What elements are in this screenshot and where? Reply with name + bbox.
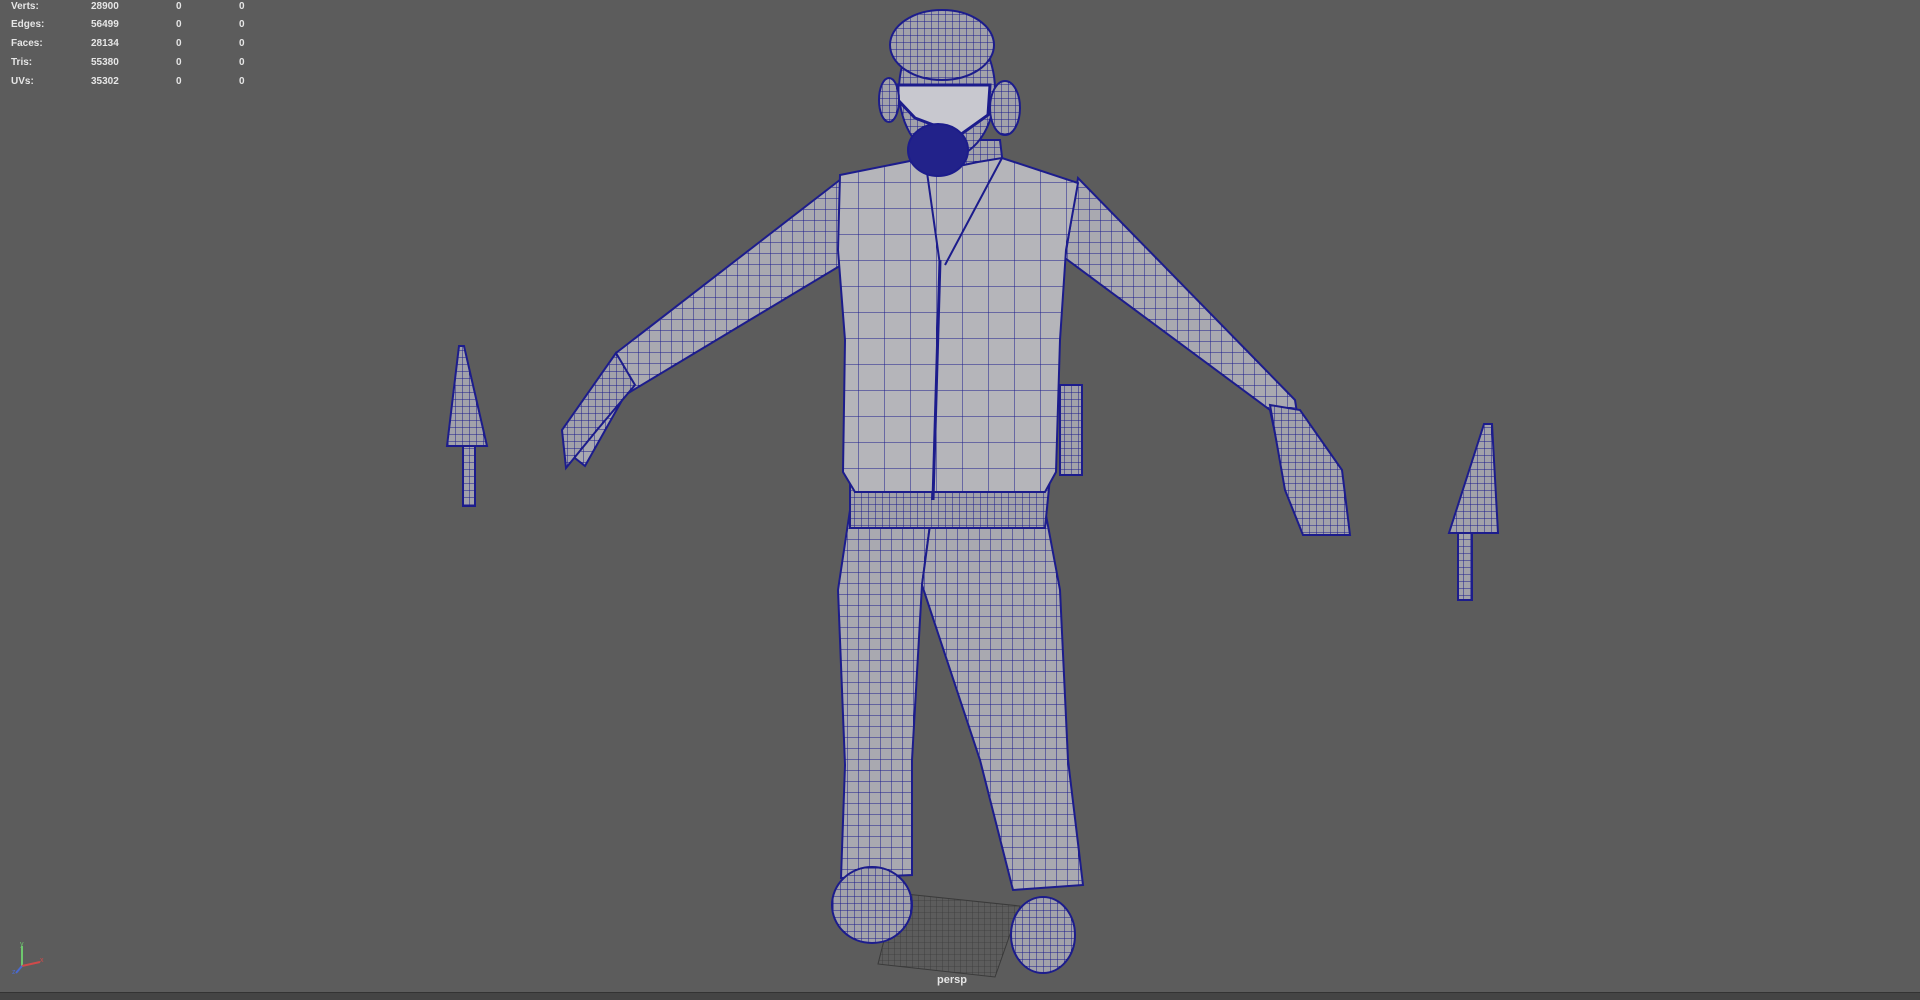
hud-value: 28900 (91, 1, 119, 12)
axis-gizmo: y x z (12, 941, 44, 976)
hud-label: Edges: (11, 19, 45, 30)
hud-label: Faces: (11, 38, 43, 49)
hud-label: Verts: (11, 1, 39, 12)
x-axis-label: x (40, 957, 44, 964)
hud-label: UVs: (11, 76, 34, 87)
wand-right[interactable] (1447, 423, 1500, 601)
hud-value: 28134 (91, 38, 119, 49)
hud-value: 56499 (91, 19, 119, 30)
hud-value: 0 (176, 19, 182, 30)
hud-value: 0 (239, 19, 245, 30)
hud-value: 35302 (91, 76, 119, 87)
scene-canvas[interactable] (0, 0, 1920, 992)
hud-value: 0 (239, 76, 245, 87)
hud-value: 0 (239, 57, 245, 68)
x-axis-line (21, 961, 41, 967)
hud-value: 0 (176, 1, 182, 12)
hud-label: Tris: (11, 57, 33, 68)
camera-name-label: persp (937, 974, 967, 986)
hud-value: 0 (239, 1, 245, 12)
hud-value: 0 (239, 38, 245, 49)
character-mesh[interactable] (560, 9, 1352, 974)
wand-left[interactable] (445, 345, 489, 507)
y-axis-label: y (20, 941, 24, 948)
z-axis-label: z (12, 969, 16, 976)
hud-value: 0 (176, 76, 182, 87)
hud-value: 0 (176, 57, 182, 68)
z-axis-line (15, 965, 23, 974)
perspective-viewport[interactable]: Verts: 28900 0 0 Edges: 56499 0 0 Faces:… (0, 0, 1920, 992)
hud-value: 55380 (91, 57, 119, 68)
hud-value: 0 (176, 38, 182, 49)
